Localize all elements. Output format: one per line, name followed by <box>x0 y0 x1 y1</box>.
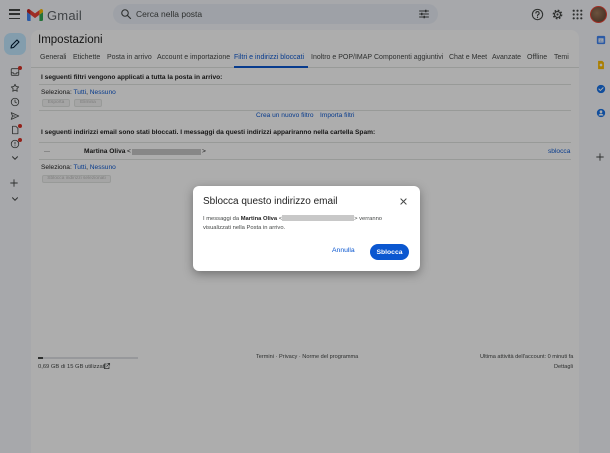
redacted-email <box>282 215 355 221</box>
dialog-sender-name: Martina Oliva <box>240 216 278 222</box>
cancel-button[interactable]: Annulla <box>332 247 355 254</box>
unblock-dialog: Sblocca questo indirizzo email I messagg… <box>193 186 420 271</box>
dialog-title: Sblocca questo indirizzo email <box>203 196 338 207</box>
dialog-email-close: > verranno <box>354 216 383 222</box>
close-icon[interactable] <box>399 197 408 206</box>
dialog-message-prefix: I messaggi da <box>203 216 240 222</box>
dialog-message: I messaggi da Martina Oliva < > verranno … <box>203 215 408 233</box>
unblock-button[interactable]: Sblocca <box>370 244 409 260</box>
dialog-message-line2: visualizzati nella Posta in arrivo. <box>203 225 286 231</box>
